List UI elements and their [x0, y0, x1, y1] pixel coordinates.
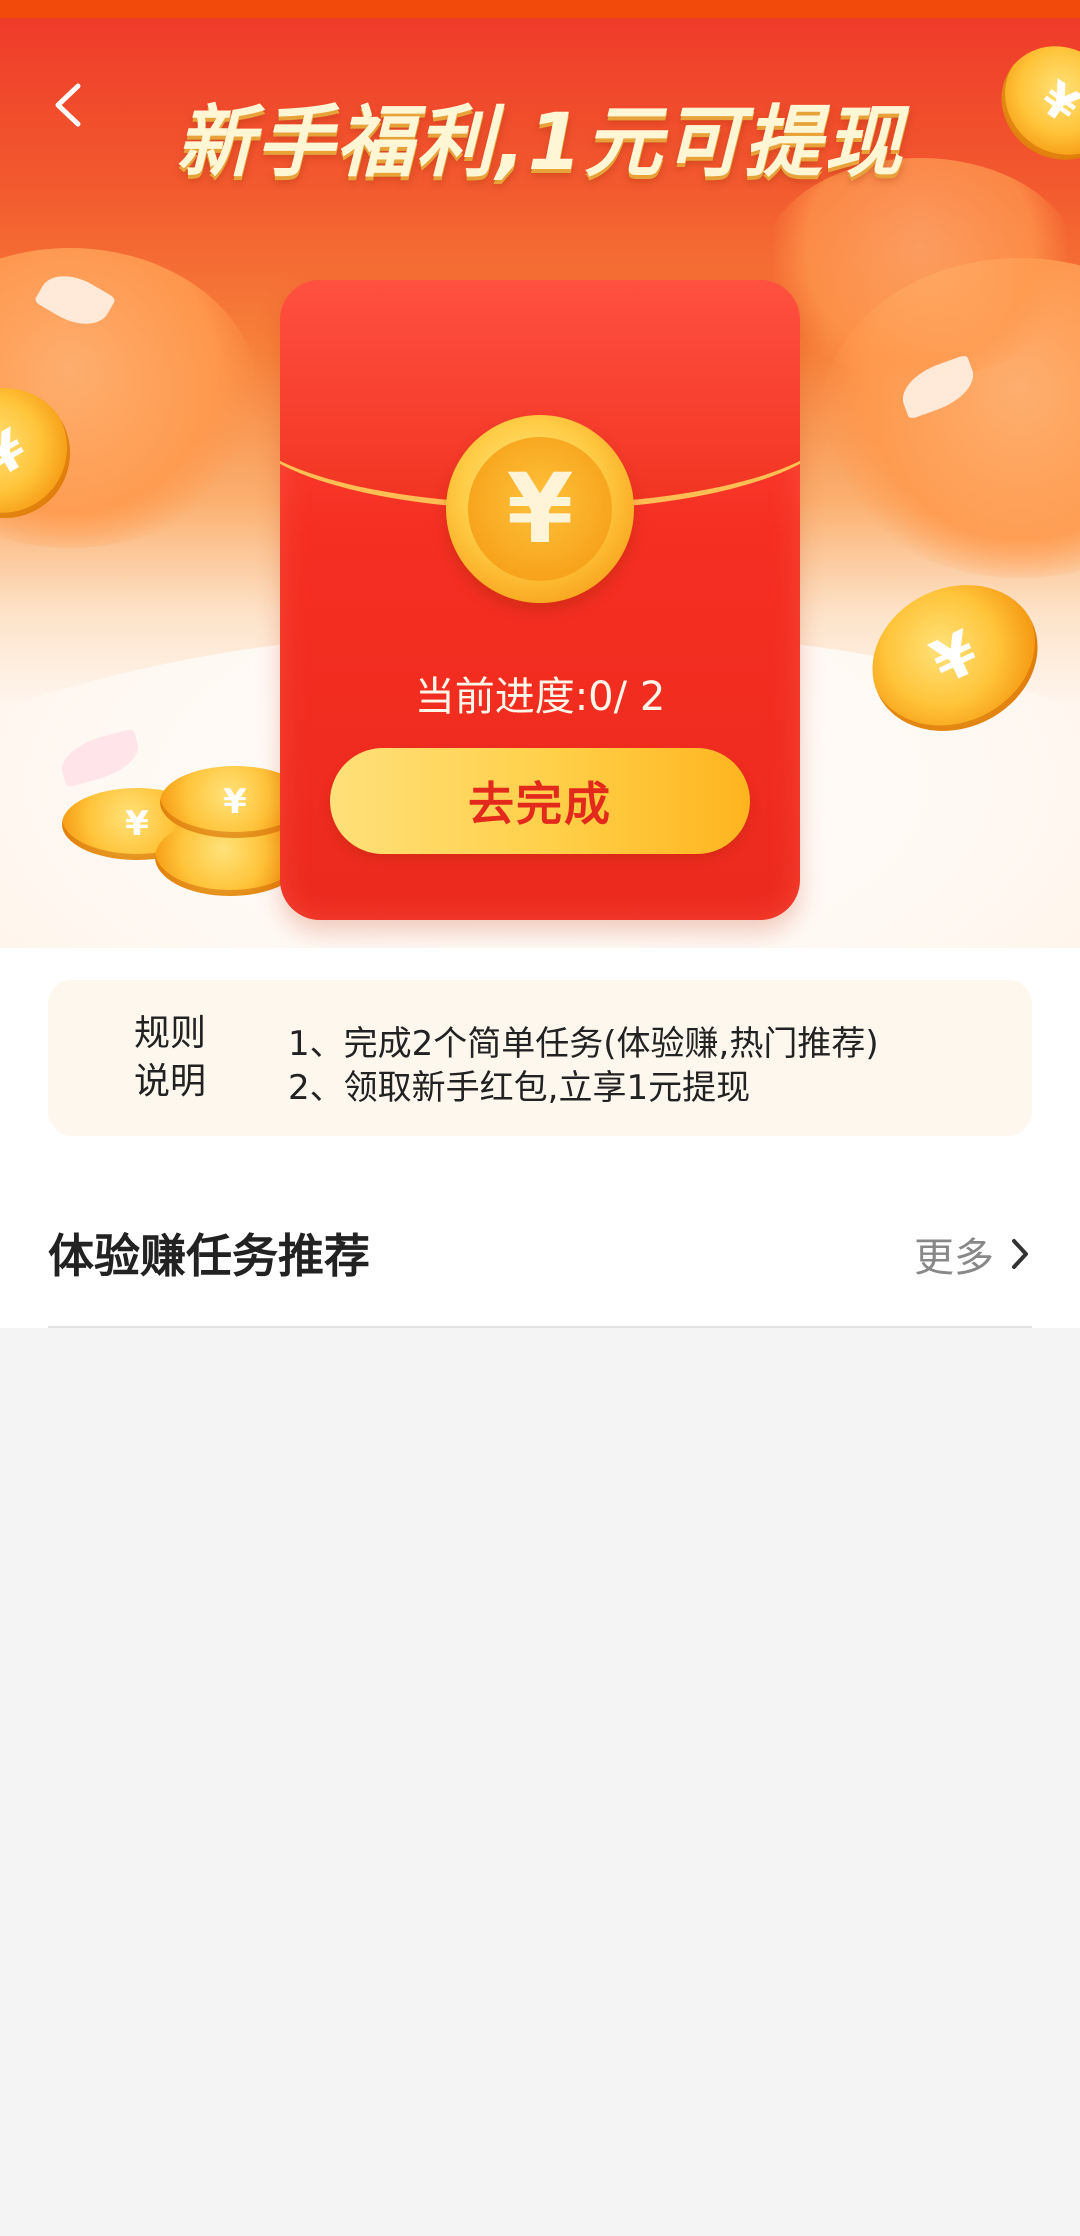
section-header: 体验赚任务推荐 更多 [48, 1210, 1032, 1302]
rules-box: 规则 说明 1、完成2个简单任务(体验赚,热门推荐) 2、领取新手红包,立享1元… [48, 980, 1032, 1136]
rules-title-line1: 规则 [133, 1013, 206, 1054]
status-bar-strip [0, 0, 1080, 18]
rules-title-line2: 说明 [133, 1061, 206, 1102]
header-title-wrap: 新手福利,1元可提现 [0, 80, 1080, 192]
more-link[interactable]: 更多 [914, 1224, 1032, 1284]
red-envelope-card: ¥ 当前进度:0/ 2 去完成 [280, 280, 800, 920]
rules-title: 规则 说明 [120, 1010, 220, 1106]
envelope-coin-icon: ¥ [446, 415, 634, 603]
rules-item: 2、领取新手红包,立享1元提现 [288, 1068, 751, 1108]
section-title: 体验赚任务推荐 [48, 1229, 370, 1283]
page-title: 新手福利,1元可提现 [176, 98, 904, 188]
go-complete-label: 去完成 [468, 777, 612, 831]
go-complete-button[interactable]: 去完成 [330, 748, 750, 854]
more-label: 更多 [914, 1235, 994, 1281]
progress-text: 当前进度:0/ 2 [414, 674, 666, 720]
hero-banner: ¥ ¥ ¥ ¥ ¥ 新手福利,1元可提现 ¥ 当前进度:0/ 2 去完成 [0, 18, 1080, 948]
rules-item: 1、完成2个简单任务(体验赚,热门推荐) [288, 1024, 879, 1064]
chevron-right-icon [1012, 1239, 1028, 1269]
section-divider [48, 1326, 1032, 1328]
yuan-symbol: ¥ [468, 437, 612, 581]
